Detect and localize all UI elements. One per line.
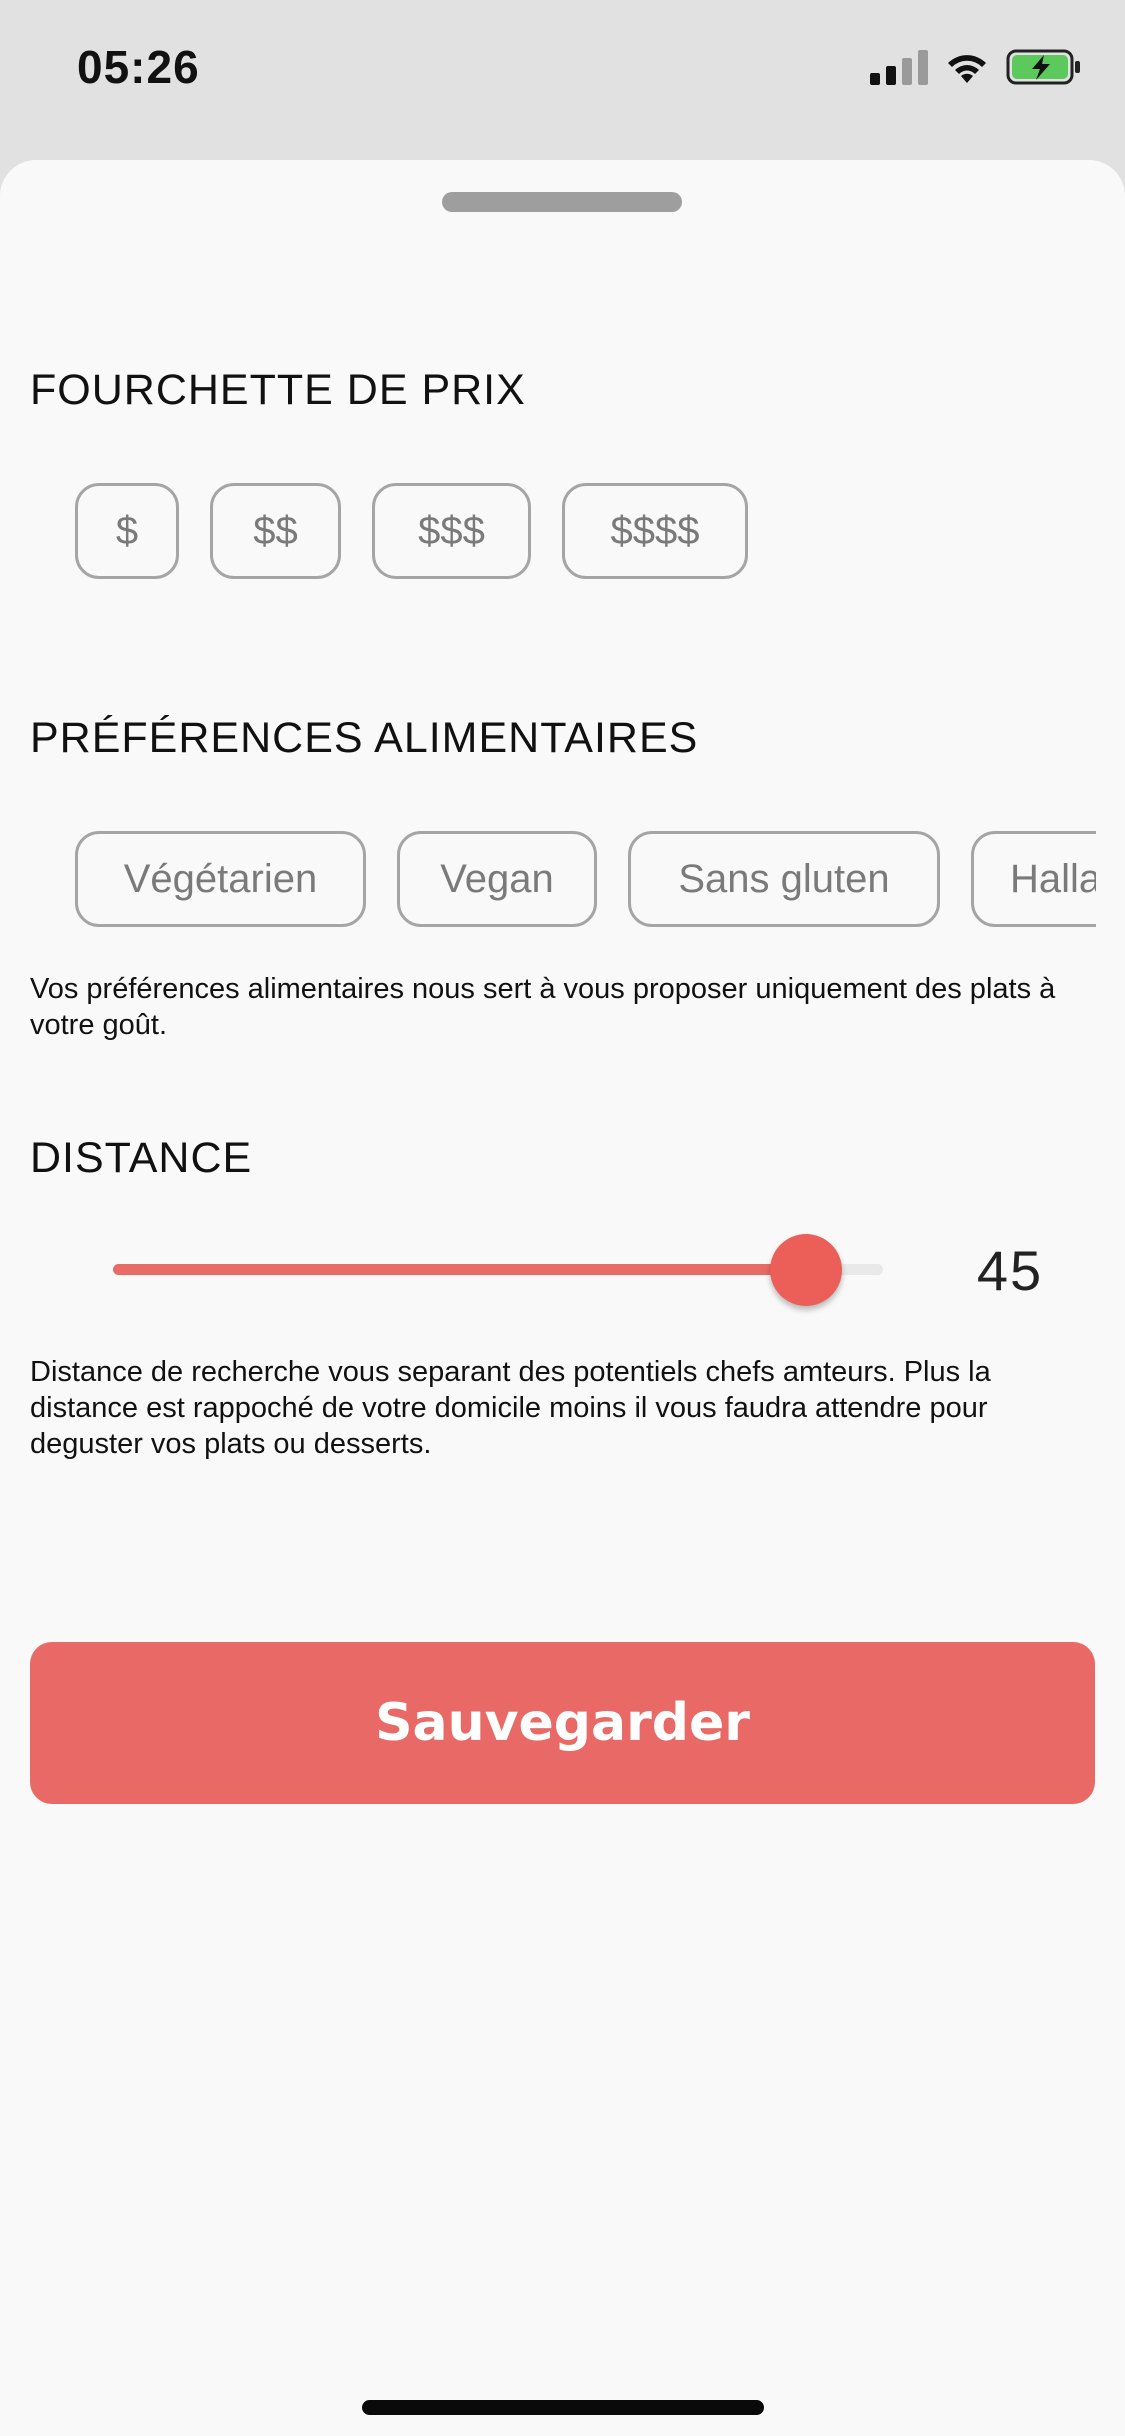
slider-fill — [113, 1264, 806, 1275]
price-option-3[interactable]: $$$ — [372, 483, 531, 579]
price-option-4[interactable]: $$$$ — [562, 483, 748, 579]
wifi-icon — [948, 55, 986, 83]
distance-value: 45 — [976, 1239, 1044, 1302]
status-icons — [870, 48, 1082, 86]
distance-description: Distance de recherche vous separant des … — [30, 1356, 991, 1460]
slider-thumb[interactable] — [770, 1234, 842, 1306]
distance-slider[interactable] — [113, 1230, 883, 1310]
cellular-signal-icon — [870, 49, 928, 85]
sheet-grabber[interactable] — [442, 192, 682, 212]
price-options: $ $$ $$$ $$$$ — [75, 483, 748, 579]
diet-description: Vos préférences alimentaires nous sert à… — [30, 973, 1056, 1041]
diet-option-gluten-free[interactable]: Sans gluten — [628, 831, 940, 927]
status-time: 05:26 — [77, 41, 200, 93]
price-option-2[interactable]: $$ — [210, 483, 341, 579]
diet-option-vegan[interactable]: Vegan — [397, 831, 597, 927]
save-button[interactable]: Sauvegarder — [30, 1642, 1095, 1804]
status-bar: 05:26 — [0, 0, 1125, 160]
filter-sheet: FOURCHETTE DE PRIX $ $$ $$$ $$$$ PRÉFÉRE… — [0, 160, 1125, 2436]
diet-option-vegetarian[interactable]: Végétarien — [75, 831, 366, 927]
diet-option-hallal[interactable]: Hallal — [971, 831, 1096, 927]
diet-preferences-title: PRÉFÉRENCES ALIMENTAIRES — [30, 714, 699, 762]
price-option-1[interactable]: $ — [75, 483, 179, 579]
distance-title: DISTANCE — [30, 1134, 253, 1182]
battery-charging-icon — [1006, 49, 1080, 85]
price-range-title: FOURCHETTE DE PRIX — [30, 366, 526, 414]
home-indicator — [362, 2400, 764, 2415]
diet-options-scroller[interactable]: Végétarien Vegan Sans gluten Hallal — [75, 831, 1096, 941]
diet-options: Végétarien Vegan Sans gluten Hallal — [75, 831, 1096, 927]
